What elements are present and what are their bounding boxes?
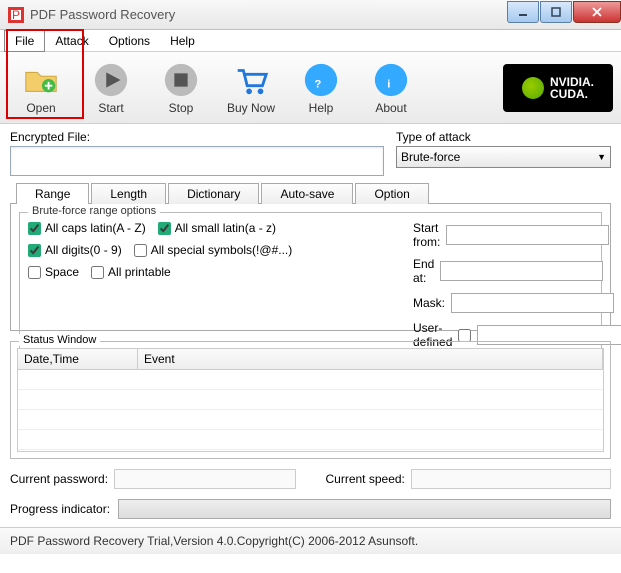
stop-label: Stop bbox=[169, 101, 194, 115]
nvidia-eye-icon bbox=[522, 77, 544, 99]
status-grid[interactable]: Date,Time Event bbox=[17, 348, 604, 452]
mask-input[interactable] bbox=[451, 293, 614, 313]
status-window-group: Status Window Date,Time Event bbox=[10, 341, 611, 459]
info-icon: i bbox=[372, 61, 410, 99]
progress-label: Progress indicator: bbox=[10, 502, 110, 516]
check-small-box[interactable] bbox=[158, 222, 171, 235]
tab-range[interactable]: Range bbox=[16, 183, 89, 204]
maximize-button[interactable] bbox=[540, 1, 572, 23]
footer-text: PDF Password Recovery Trial,Version 4.0.… bbox=[10, 534, 418, 548]
cuda-text: CUDA. bbox=[550, 87, 588, 101]
about-label: About bbox=[375, 101, 406, 115]
encrypted-file-input[interactable] bbox=[10, 146, 384, 176]
tab-autosave[interactable]: Auto-save bbox=[261, 183, 353, 204]
folder-open-icon bbox=[22, 61, 60, 99]
check-caps-box[interactable] bbox=[28, 222, 41, 235]
tab-length[interactable]: Length bbox=[91, 183, 166, 204]
table-row bbox=[18, 430, 603, 450]
table-row bbox=[18, 410, 603, 430]
menu-help[interactable]: Help bbox=[160, 31, 205, 51]
end-at-input[interactable] bbox=[440, 261, 603, 281]
status-window-legend: Status Window bbox=[19, 334, 100, 346]
attack-type-label: Type of attack bbox=[396, 130, 611, 144]
check-space-box[interactable] bbox=[28, 266, 41, 279]
current-password-value bbox=[114, 469, 295, 489]
table-row bbox=[18, 390, 603, 410]
check-digits[interactable]: All digits(0 - 9) bbox=[28, 243, 122, 257]
attack-type-select[interactable]: Brute-force ▼ bbox=[396, 146, 611, 168]
check-space[interactable]: Space bbox=[28, 265, 79, 279]
nvidia-cuda-badge: NVIDIA.CUDA. bbox=[503, 64, 613, 112]
svg-text:?: ? bbox=[314, 78, 321, 90]
check-printable[interactable]: All printable bbox=[91, 265, 171, 279]
toolbar: Open Start Stop Buy Now ? Help i About N… bbox=[0, 52, 621, 124]
tab-dictionary[interactable]: Dictionary bbox=[168, 183, 259, 204]
open-button[interactable]: Open bbox=[8, 56, 74, 120]
start-from-input[interactable] bbox=[446, 225, 609, 245]
attack-type-value: Brute-force bbox=[401, 150, 460, 164]
progress-bar bbox=[118, 499, 611, 519]
buy-now-button[interactable]: Buy Now bbox=[218, 56, 284, 120]
close-button[interactable] bbox=[573, 1, 621, 23]
bruteforce-legend: Brute-force range options bbox=[28, 205, 160, 217]
table-row bbox=[18, 370, 603, 390]
status-bar: PDF Password Recovery Trial,Version 4.0.… bbox=[0, 527, 621, 554]
about-button[interactable]: i About bbox=[358, 56, 424, 120]
buy-now-label: Buy Now bbox=[227, 101, 275, 115]
check-small[interactable]: All small latin(a - z) bbox=[158, 221, 276, 235]
check-digits-box[interactable] bbox=[28, 244, 41, 257]
encrypted-file-label: Encrypted File: bbox=[10, 130, 384, 144]
tab-strip: Range Length Dictionary Auto-save Option bbox=[16, 182, 611, 203]
stop-button[interactable]: Stop bbox=[148, 56, 214, 120]
check-printable-box[interactable] bbox=[91, 266, 104, 279]
start-button[interactable]: Start bbox=[78, 56, 144, 120]
check-caps[interactable]: All caps latin(A - Z) bbox=[28, 221, 146, 235]
app-icon: P bbox=[8, 7, 24, 23]
title-bar: P PDF Password Recovery bbox=[0, 0, 621, 30]
current-password-label: Current password: bbox=[10, 472, 108, 486]
col-datetime[interactable]: Date,Time bbox=[18, 349, 138, 369]
stop-icon bbox=[162, 61, 200, 99]
tab-option[interactable]: Option bbox=[355, 183, 428, 204]
window-title: PDF Password Recovery bbox=[30, 7, 506, 22]
menu-file[interactable]: File bbox=[4, 30, 45, 52]
check-special[interactable]: All special symbols(!@#...) bbox=[134, 243, 293, 257]
current-speed-label: Current speed: bbox=[326, 472, 405, 486]
menu-bar: File Attack Options Help bbox=[0, 30, 621, 52]
svg-text:P: P bbox=[12, 8, 20, 22]
current-speed-value bbox=[411, 469, 611, 489]
play-icon bbox=[92, 61, 130, 99]
user-defined-check[interactable] bbox=[458, 329, 471, 342]
cart-icon bbox=[232, 61, 270, 99]
open-label: Open bbox=[26, 101, 55, 115]
check-special-box[interactable] bbox=[134, 244, 147, 257]
menu-options[interactable]: Options bbox=[99, 31, 160, 51]
help-label: Help bbox=[309, 101, 334, 115]
tab-panel-range: Brute-force range options All caps latin… bbox=[10, 203, 611, 331]
start-from-label: Start from: bbox=[413, 221, 440, 249]
chevron-down-icon: ▼ bbox=[597, 152, 606, 162]
menu-attack[interactable]: Attack bbox=[45, 31, 98, 51]
svg-text:i: i bbox=[387, 78, 390, 90]
minimize-button[interactable] bbox=[507, 1, 539, 23]
help-icon: ? bbox=[302, 61, 340, 99]
mask-label: Mask: bbox=[413, 296, 445, 310]
start-label: Start bbox=[98, 101, 123, 115]
col-event[interactable]: Event bbox=[138, 349, 603, 369]
help-button[interactable]: ? Help bbox=[288, 56, 354, 120]
end-at-label: End at: bbox=[413, 257, 434, 285]
